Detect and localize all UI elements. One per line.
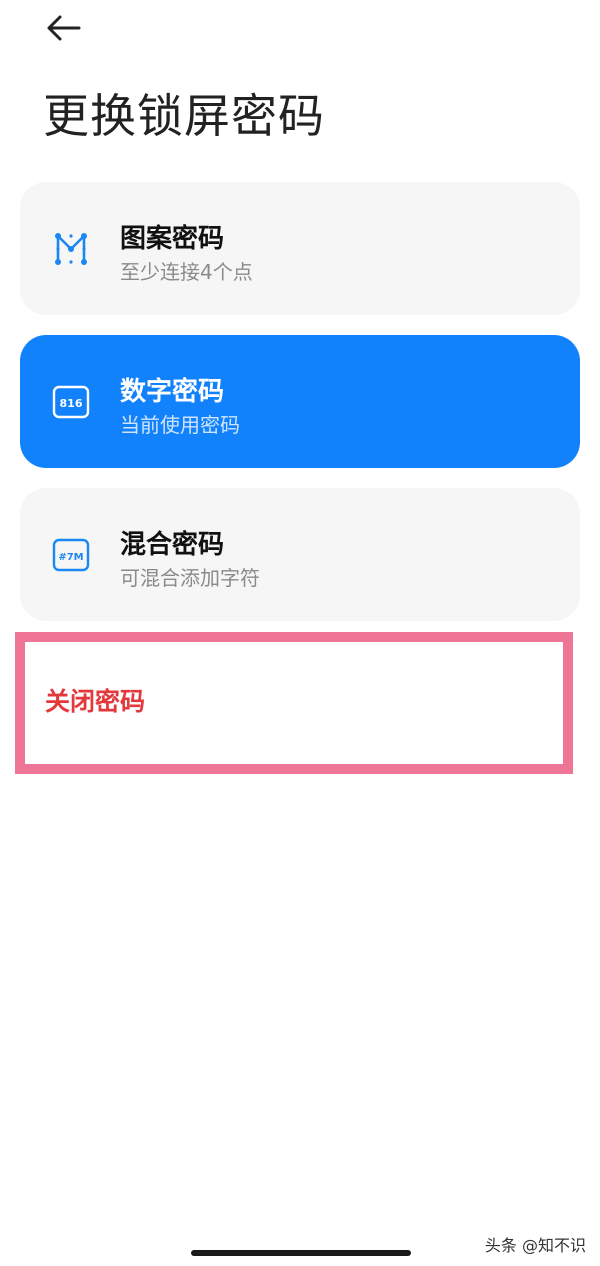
mixed-icon-text: #7M [58,552,83,563]
option-numeric-password[interactable]: 816 数字密码 当前使用密码 [20,335,580,468]
option-title: 混合密码 [120,530,225,560]
close-password-button[interactable]: 关闭密码 [45,682,145,718]
arrow-left-icon [47,15,81,41]
option-subtitle: 可混合添加字符 [120,566,260,590]
back-button[interactable] [36,8,92,48]
numeric-icon: 816 [52,385,90,419]
option-mixed-password[interactable]: #7M 混合密码 可混合添加字符 [20,488,580,621]
mixed-icon: #7M [52,538,90,572]
pattern-icon [55,233,87,265]
option-pattern-password[interactable]: 图案密码 至少连接4个点 [20,182,580,315]
option-subtitle: 至少连接4个点 [120,260,253,284]
option-subtitle: 当前使用密码 [120,413,240,437]
page-title: 更换锁屏密码 [43,89,325,143]
numeric-icon-text: 816 [60,397,83,410]
watermark: 头条 @知不识 [484,1236,586,1255]
close-password-highlight: 关闭密码 [15,632,573,774]
option-title: 数字密码 [120,377,225,407]
home-indicator[interactable] [191,1250,411,1256]
option-title: 图案密码 [120,224,225,254]
